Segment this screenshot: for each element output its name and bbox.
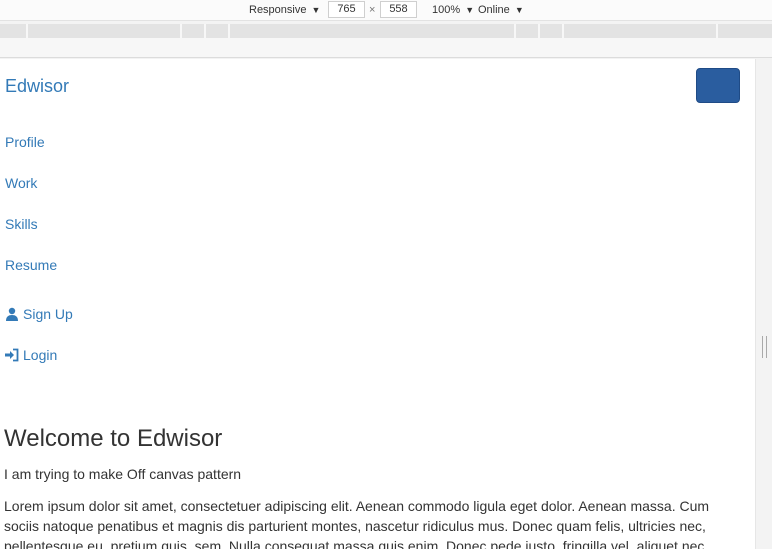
media-query-segment[interactable] bbox=[716, 24, 718, 38]
nav-link-label: Work bbox=[5, 175, 38, 191]
media-query-segment[interactable] bbox=[514, 24, 516, 38]
log-in-icon bbox=[5, 348, 19, 362]
viewport-height-input[interactable]: 558 bbox=[380, 1, 417, 18]
device-mode-label: Responsive bbox=[249, 4, 307, 16]
nav-link-login[interactable]: Login bbox=[5, 347, 57, 363]
zoom-dropdown[interactable]: 100% ▼ bbox=[432, 3, 474, 17]
nav-link-resume[interactable]: Resume bbox=[5, 257, 57, 273]
chevron-down-icon: ▼ bbox=[514, 5, 524, 15]
device-mode-dropdown[interactable]: Responsive ▼ bbox=[249, 3, 320, 17]
dimension-separator: × bbox=[369, 4, 376, 16]
media-query-bar bbox=[0, 24, 772, 38]
zoom-label: 100% bbox=[432, 4, 461, 16]
ruler-gap bbox=[0, 38, 772, 58]
resize-handle[interactable] bbox=[762, 336, 767, 358]
page-viewport: Edwisor Profile Work Skills Resume Sign … bbox=[0, 59, 756, 549]
chevron-down-icon: ▼ bbox=[465, 5, 475, 15]
nav-link-label: Sign Up bbox=[23, 306, 73, 322]
nav-link-skills[interactable]: Skills bbox=[5, 216, 38, 232]
chevron-down-icon: ▼ bbox=[311, 5, 321, 15]
page-title: Welcome to Edwisor bbox=[4, 425, 223, 452]
lead-text: I am trying to make Off canvas pattern bbox=[4, 466, 242, 482]
network-label: Online bbox=[478, 4, 510, 16]
navbar-toggle-button[interactable] bbox=[696, 68, 740, 103]
media-query-segment[interactable] bbox=[204, 24, 206, 38]
nav-link-label: Login bbox=[23, 347, 58, 363]
media-query-segment[interactable] bbox=[562, 24, 564, 38]
media-query-segment[interactable] bbox=[26, 24, 28, 38]
brand-link[interactable]: Edwisor bbox=[5, 76, 69, 97]
nav-link-profile[interactable]: Profile bbox=[5, 134, 45, 150]
devtools-toolbar: Responsive ▼ 765 × 558 100% ▼ Online ▼ bbox=[0, 0, 772, 21]
viewport-width-input[interactable]: 765 bbox=[328, 1, 365, 18]
user-icon bbox=[5, 307, 19, 321]
nav-link-signup[interactable]: Sign Up bbox=[5, 306, 73, 322]
body-paragraph: Lorem ipsum dolor sit amet, consectetuer… bbox=[4, 498, 710, 549]
nav-link-work[interactable]: Work bbox=[5, 175, 37, 191]
nav-link-label: Resume bbox=[5, 257, 58, 273]
nav-link-label: Skills bbox=[5, 216, 38, 232]
media-query-segment[interactable] bbox=[180, 24, 182, 38]
viewport-resize-gutter bbox=[757, 59, 772, 549]
network-throttle-dropdown[interactable]: Online ▼ bbox=[478, 3, 524, 17]
media-query-segment[interactable] bbox=[538, 24, 540, 38]
nav-link-label: Profile bbox=[5, 134, 45, 150]
media-query-segment[interactable] bbox=[228, 24, 230, 38]
